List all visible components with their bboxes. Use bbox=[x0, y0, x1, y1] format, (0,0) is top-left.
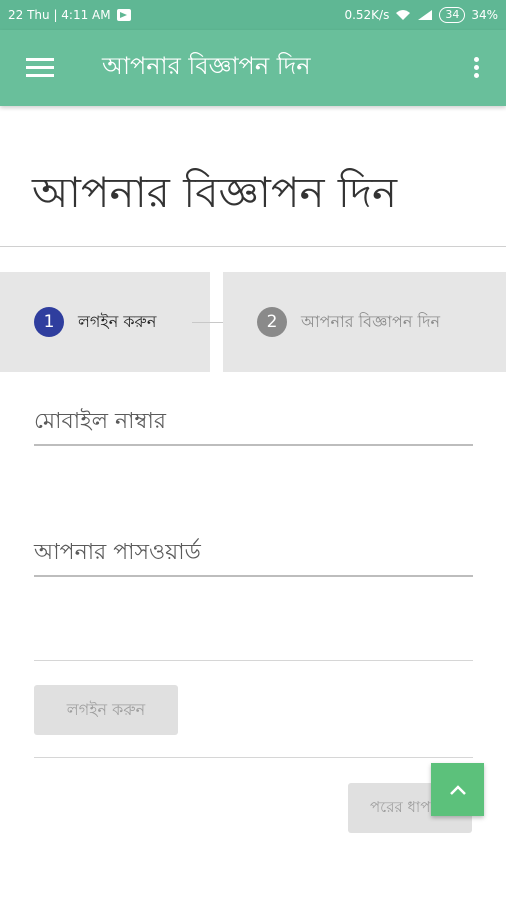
hamburger-menu-icon[interactable] bbox=[26, 58, 54, 78]
step-label: আপনার বিজ্ঞাপন দিন bbox=[301, 311, 441, 331]
app-bar: আপনার বিজ্ঞাপন দিন bbox=[0, 30, 506, 106]
step-number-badge: 2 bbox=[257, 307, 287, 337]
title-divider bbox=[0, 246, 506, 247]
step-label: লগইন করুন bbox=[78, 311, 157, 331]
login-button[interactable]: লগইন করুন bbox=[34, 685, 178, 735]
status-bar: 22 Thu | 4:11 AM 0.52K/s 34 34% bbox=[0, 0, 506, 30]
stepper-step-login[interactable]: 1 লগইন করুন bbox=[0, 272, 210, 372]
mobile-number-field[interactable]: মোবাইল নাম্বার bbox=[34, 404, 473, 446]
scroll-to-top-button[interactable] bbox=[431, 763, 484, 816]
form-divider bbox=[34, 757, 473, 758]
app-bar-title: আপনার বিজ্ঞাপন দিন bbox=[102, 52, 311, 80]
form-divider bbox=[34, 660, 473, 661]
password-field[interactable]: আপনার পাসওয়ার্ড bbox=[34, 535, 473, 577]
wifi-icon bbox=[396, 10, 411, 20]
send-icon bbox=[116, 9, 131, 21]
battery-icon: 34 bbox=[439, 7, 466, 23]
battery-percent: 34% bbox=[471, 8, 498, 22]
status-date-time: 22 Thu | 4:11 AM bbox=[8, 8, 111, 22]
more-vert-icon[interactable] bbox=[474, 57, 480, 79]
signal-icon bbox=[418, 10, 433, 20]
step-number-badge: 1 bbox=[34, 307, 64, 337]
stepper-step-post-ad[interactable]: 2 আপনার বিজ্ঞাপন দিন bbox=[223, 272, 506, 372]
chevron-up-icon bbox=[449, 784, 466, 795]
network-speed: 0.52K/s bbox=[344, 8, 390, 22]
page-title: আপনার বিজ্ঞাপন দিন bbox=[32, 168, 398, 217]
